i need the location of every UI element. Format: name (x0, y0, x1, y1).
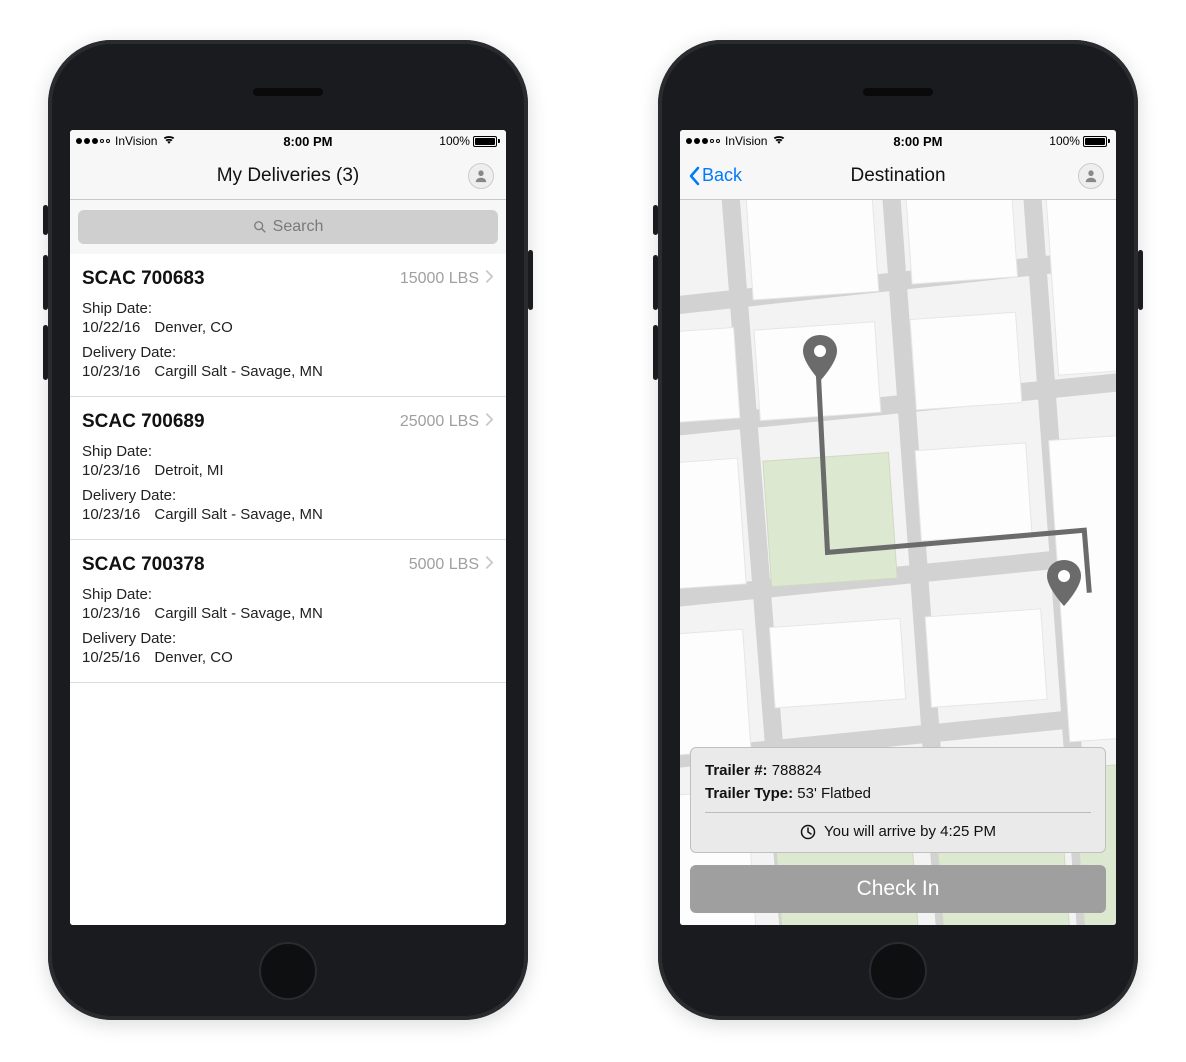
chevron-right-icon (485, 412, 494, 432)
trailer-type-label: Trailer Type: (705, 785, 793, 802)
delivery-date-label: Delivery Date: (82, 630, 494, 647)
ship-date-value: 10/22/16 (82, 319, 140, 336)
page-title: Destination (850, 165, 945, 187)
status-bar: InVision 8:00 PM 100% (70, 130, 506, 152)
trailer-info-card: Trailer #: 788824 Trailer Type: 53' Flat… (690, 747, 1106, 853)
screen-destination: InVision 8:00 PM 100% Back Destination (680, 130, 1116, 925)
ship-date-label: Ship Date: (82, 586, 494, 603)
page-title: My Deliveries (3) (217, 165, 360, 187)
carrier-label: InVision (725, 134, 767, 148)
ship-location-value: Denver, CO (154, 319, 232, 336)
map-pin-origin[interactable] (802, 335, 838, 381)
delivery-weight: 15000 LBS (400, 269, 494, 289)
chevron-left-icon (688, 166, 700, 186)
trailer-number-line: Trailer #: 788824 (705, 762, 1091, 779)
trailer-number-value: 788824 (772, 762, 822, 779)
ship-location-value: Detroit, MI (154, 462, 223, 479)
clock-icon (800, 824, 816, 840)
battery-icon (1083, 136, 1110, 147)
trailer-number-label: Trailer #: (705, 762, 768, 779)
power-button[interactable] (528, 250, 533, 310)
search-placeholder: Search (273, 218, 324, 236)
checkin-button[interactable]: Check In (690, 865, 1106, 913)
phone-frame-left: InVision 8:00 PM 100% My Deliveries (3) (48, 40, 528, 1020)
volume-up-button[interactable] (43, 255, 48, 310)
chevron-right-icon (485, 269, 494, 289)
pin-icon (1046, 560, 1082, 606)
delivery-id: SCAC 700683 (82, 268, 205, 290)
delivery-row[interactable]: SCAC 700683 15000 LBS Ship Date: 10/22/1… (70, 254, 506, 397)
search-input[interactable]: Search (78, 210, 498, 244)
carrier-label: InVision (115, 134, 157, 148)
clock-label: 8:00 PM (283, 134, 332, 149)
wifi-icon (162, 134, 176, 148)
map-pin-destination[interactable] (1046, 560, 1082, 606)
back-button[interactable]: Back (688, 152, 742, 199)
trailer-type-value: 53' Flatbed (797, 785, 871, 802)
checkin-label: Check In (857, 877, 940, 901)
ship-date-value: 10/23/16 (82, 462, 140, 479)
delivery-date-value: 10/25/16 (82, 649, 140, 666)
battery-icon (473, 136, 500, 147)
ship-date-label: Ship Date: (82, 443, 494, 460)
screen-deliveries: InVision 8:00 PM 100% My Deliveries (3) (70, 130, 506, 925)
nav-bar: Back Destination (680, 152, 1116, 200)
home-button[interactable] (869, 942, 927, 1000)
ship-date-value: 10/23/16 (82, 605, 140, 622)
home-button[interactable] (259, 942, 317, 1000)
volume-down-button[interactable] (43, 325, 48, 380)
delivery-id: SCAC 700378 (82, 554, 205, 576)
delivery-weight: 5000 LBS (409, 555, 494, 575)
back-label: Back (702, 165, 742, 186)
volume-up-button[interactable] (653, 255, 658, 310)
profile-button[interactable] (468, 163, 494, 189)
delivery-date-value: 10/23/16 (82, 363, 140, 380)
delivery-date-value: 10/23/16 (82, 506, 140, 523)
delivery-location-value: Cargill Salt - Savage, MN (154, 506, 322, 523)
delivery-id: SCAC 700689 (82, 411, 205, 433)
search-container: Search (70, 200, 506, 254)
ringer-switch[interactable] (653, 205, 658, 235)
delivery-location-value: Cargill Salt - Savage, MN (154, 363, 322, 380)
user-icon (474, 169, 488, 183)
wifi-icon (772, 134, 786, 148)
ship-location-value: Cargill Salt - Savage, MN (154, 605, 322, 622)
volume-down-button[interactable] (653, 325, 658, 380)
clock-label: 8:00 PM (893, 134, 942, 149)
delivery-date-label: Delivery Date: (82, 344, 494, 361)
delivery-location-value: Denver, CO (154, 649, 232, 666)
deliveries-list[interactable]: SCAC 700683 15000 LBS Ship Date: 10/22/1… (70, 254, 506, 925)
battery-percent-label: 100% (1049, 134, 1080, 148)
status-bar: InVision 8:00 PM 100% (680, 130, 1116, 152)
delivery-date-label: Delivery Date: (82, 487, 494, 504)
phone-speaker (863, 88, 933, 96)
battery-percent-label: 100% (439, 134, 470, 148)
user-icon (1084, 169, 1098, 183)
delivery-weight: 25000 LBS (400, 412, 494, 432)
pin-icon (802, 335, 838, 381)
ringer-switch[interactable] (43, 205, 48, 235)
delivery-row[interactable]: SCAC 700689 25000 LBS Ship Date: 10/23/1… (70, 397, 506, 540)
signal-strength-icon (76, 138, 110, 144)
map-view[interactable]: Trailer #: 788824 Trailer Type: 53' Flat… (680, 200, 1116, 925)
eta-line: You will arrive by 4:25 PM (705, 823, 1091, 840)
phone-frame-right: InVision 8:00 PM 100% Back Destination (658, 40, 1138, 1020)
phone-speaker (253, 88, 323, 96)
power-button[interactable] (1138, 250, 1143, 310)
divider (705, 812, 1091, 813)
search-icon (253, 220, 267, 234)
eta-text: You will arrive by 4:25 PM (824, 823, 996, 840)
profile-button[interactable] (1078, 163, 1104, 189)
delivery-row[interactable]: SCAC 700378 5000 LBS Ship Date: 10/23/16… (70, 540, 506, 683)
nav-bar: My Deliveries (3) (70, 152, 506, 200)
chevron-right-icon (485, 555, 494, 575)
trailer-type-line: Trailer Type: 53' Flatbed (705, 785, 1091, 802)
ship-date-label: Ship Date: (82, 300, 494, 317)
signal-strength-icon (686, 138, 720, 144)
